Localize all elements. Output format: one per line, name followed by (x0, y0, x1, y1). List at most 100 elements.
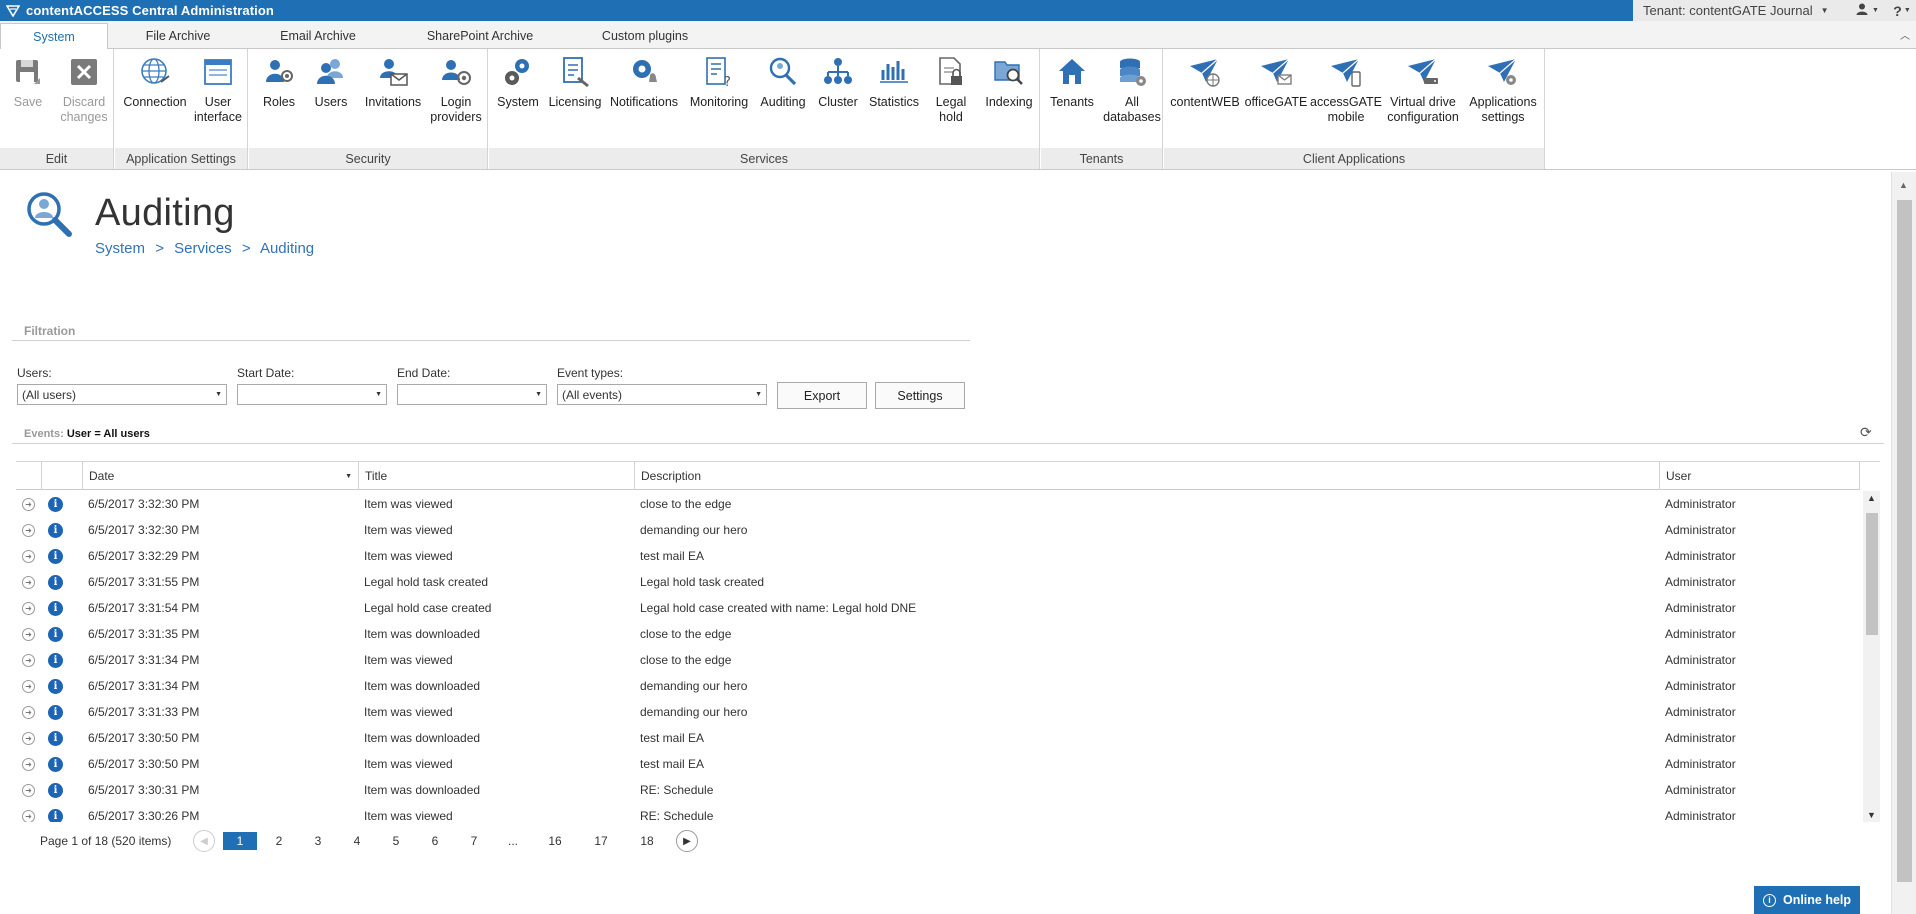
accessgate-mobile-button[interactable]: accessGATE mobile (1310, 53, 1382, 125)
expand-row-icon[interactable]: ➜ (22, 809, 35, 822)
end-date-picker[interactable]: ▼ (397, 384, 547, 405)
expand-cell[interactable]: ➜ (22, 725, 35, 751)
page-6-button[interactable]: 6 (418, 832, 452, 850)
all-databases-button[interactable]: All databases (1103, 53, 1161, 125)
page-1-button[interactable]: 1 (223, 832, 257, 850)
start-date-picker[interactable]: ▼ (237, 384, 387, 405)
scroll-up-icon[interactable]: ▲ (1899, 180, 1908, 190)
expand-cell[interactable]: ➜ (22, 673, 35, 699)
event-types-select[interactable]: (All events) ▼ (557, 384, 767, 405)
scroll-up-icon[interactable]: ▲ (1867, 493, 1876, 503)
applications-settings-button[interactable]: Applications settings (1466, 53, 1540, 125)
table-row[interactable]: ➜ i 6/5/2017 3:30:26 PM Item was viewed RE: … (16, 803, 1860, 822)
collapse-ribbon-icon[interactable]: ︿ (1900, 27, 1910, 42)
description-column-header[interactable]: Description (634, 462, 1659, 490)
expand-row-icon[interactable]: ➜ (22, 757, 35, 771)
expand-cell[interactable]: ➜ (22, 595, 35, 621)
breadcrumb-auditing[interactable]: Auditing (260, 240, 314, 257)
table-row[interactable]: ➜ i 6/5/2017 3:31:54 PM Legal hold case cre… (16, 595, 1860, 621)
tab-custom-plugins[interactable]: Custom plugins (580, 23, 710, 49)
page-17-button[interactable]: 17 (584, 832, 618, 850)
virtual-drive-configuration-button[interactable]: Virtual drive configuration (1384, 53, 1462, 125)
table-row[interactable]: ➜ i 6/5/2017 3:32:30 PM Item was viewed dema… (16, 517, 1860, 543)
page-scroll-thumb[interactable] (1897, 200, 1912, 882)
export-button[interactable]: Export (777, 382, 867, 409)
expand-row-icon[interactable]: ➜ (22, 627, 35, 641)
expand-cell[interactable]: ➜ (22, 621, 35, 647)
user-menu-button[interactable]: ▼ (1846, 0, 1888, 21)
tab-sharepoint-archive[interactable]: SharePoint Archive (400, 23, 560, 49)
refresh-icon[interactable]: ⟳ (1860, 424, 1872, 441)
legal-hold-button[interactable]: Legal hold (925, 53, 977, 125)
discard-changes-button[interactable]: Discard changes (58, 53, 110, 125)
cluster-button[interactable]: Cluster (815, 53, 861, 110)
expand-row-icon[interactable]: ➜ (22, 653, 35, 667)
roles-button[interactable]: Roles (257, 53, 301, 110)
grid-scrollbar[interactable]: ▲ ▼ (1863, 491, 1880, 822)
next-page-icon[interactable]: ▶ (676, 830, 698, 852)
expand-cell[interactable]: ➜ (22, 543, 35, 569)
statistics-button[interactable]: Statistics (867, 53, 921, 110)
table-row[interactable]: ➜ i 6/5/2017 3:30:50 PM Item was viewed test… (16, 751, 1860, 777)
expand-cell[interactable]: ➜ (22, 647, 35, 673)
help-menu-button[interactable]: ? ▼ (1888, 0, 1916, 21)
monitoring-button[interactable]: ? Monitoring (685, 53, 753, 110)
previous-page-icon[interactable]: ◀ (193, 830, 215, 852)
online-help-button[interactable]: i Online help (1754, 886, 1860, 914)
expand-row-icon[interactable]: ➜ (22, 523, 35, 537)
expand-row-icon[interactable]: ➜ (22, 575, 35, 589)
settings-button[interactable]: Settings (875, 382, 965, 409)
auditing-button[interactable]: Auditing (757, 53, 809, 110)
users-button[interactable]: Users (309, 53, 353, 110)
invitations-button[interactable]: Invitations (361, 53, 425, 110)
title-column-header[interactable]: Title (358, 462, 634, 490)
table-row[interactable]: ➜ i 6/5/2017 3:32:30 PM Item was viewed clos… (16, 491, 1860, 517)
expand-cell[interactable]: ➜ (22, 699, 35, 725)
save-button[interactable]: Save (6, 53, 50, 110)
expand-cell[interactable]: ➜ (22, 751, 35, 777)
expand-row-icon[interactable]: ➜ (22, 601, 35, 615)
breadcrumb-services[interactable]: Services (174, 240, 232, 257)
indexing-button[interactable]: Indexing (983, 53, 1035, 110)
page-5-button[interactable]: 5 (379, 832, 413, 850)
table-row[interactable]: ➜ i 6/5/2017 3:31:33 PM Item was viewed dema… (16, 699, 1860, 725)
tab-email-archive[interactable]: Email Archive (258, 23, 378, 49)
expand-row-icon[interactable]: ➜ (22, 783, 35, 797)
licensing-button[interactable]: Licensing (547, 53, 603, 110)
tab-system[interactable]: System (0, 23, 108, 50)
table-row[interactable]: ➜ i 6/5/2017 3:31:55 PM Legal hold task cre… (16, 569, 1860, 595)
page-18-button[interactable]: 18 (630, 832, 664, 850)
table-row[interactable]: ➜ i 6/5/2017 3:30:31 PM Item was downloaded… (16, 777, 1860, 803)
page-7-button[interactable]: 7 (457, 832, 491, 850)
expand-row-icon[interactable]: ➜ (22, 679, 35, 693)
expand-cell[interactable]: ➜ (22, 777, 35, 803)
tenant-selector[interactable]: Tenant: contentGATE Journal ▼ (1633, 0, 1846, 21)
expand-cell[interactable]: ➜ (22, 803, 35, 822)
date-column-header[interactable]: Date ▼ (82, 462, 358, 490)
expand-cell[interactable]: ➜ (22, 569, 35, 595)
connection-button[interactable]: Connection (123, 53, 187, 110)
grid-scroll-thumb[interactable] (1866, 513, 1878, 635)
page-2-button[interactable]: 2 (262, 832, 296, 850)
table-row[interactable]: ➜ i 6/5/2017 3:31:34 PM Item was viewed clos… (16, 647, 1860, 673)
scroll-down-icon[interactable]: ▼ (1867, 810, 1876, 820)
table-row[interactable]: ➜ i 6/5/2017 3:31:35 PM Item was downloaded… (16, 621, 1860, 647)
user-column-header[interactable]: User (1659, 462, 1860, 490)
tab-file-archive[interactable]: File Archive (118, 23, 238, 49)
users-filter-select[interactable]: (All users) ▼ (17, 384, 227, 405)
expand-cell[interactable]: ➜ (22, 491, 35, 517)
officegate-button[interactable]: officeGATE (1244, 53, 1308, 110)
page-3-button[interactable]: 3 (301, 832, 335, 850)
breadcrumb-system[interactable]: System (95, 240, 145, 257)
table-row[interactable]: ➜ i 6/5/2017 3:32:29 PM Item was viewed test… (16, 543, 1860, 569)
table-row[interactable]: ➜ i 6/5/2017 3:30:50 PM Item was downloaded… (16, 725, 1860, 751)
expand-row-icon[interactable]: ➜ (22, 497, 35, 511)
login-providers-button[interactable]: Login providers (427, 53, 485, 125)
table-row[interactable]: ➜ i 6/5/2017 3:31:34 PM Item was downloaded… (16, 673, 1860, 699)
page-4-button[interactable]: 4 (340, 832, 374, 850)
expand-row-icon[interactable]: ➜ (22, 705, 35, 719)
notifications-button[interactable]: Notifications (607, 53, 681, 110)
expand-row-icon[interactable]: ➜ (22, 549, 35, 563)
expand-cell[interactable]: ➜ (22, 517, 35, 543)
system-button[interactable]: System (495, 53, 541, 110)
